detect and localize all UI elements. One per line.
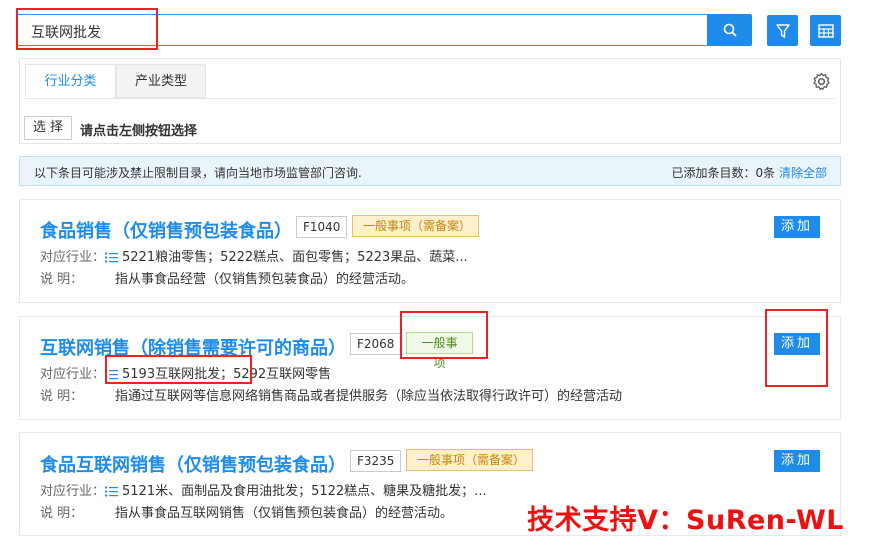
- industry-row: 对应行业： 5221粮油零售；5222糕点、面包零售；5223果品、蔬菜...: [40, 246, 468, 265]
- description-text: 指从事食品互联网销售（仅销售预包装食品）的经营活动。: [115, 506, 454, 521]
- select-button[interactable]: 选 择: [24, 116, 72, 140]
- search-button[interactable]: [707, 14, 752, 46]
- filter-button[interactable]: [767, 15, 798, 46]
- industry-label: 对应行业：: [40, 367, 106, 382]
- notice-text: 以下条目可能涉及禁止限制目录，请向当地市场监管部门咨询.: [34, 166, 362, 180]
- card-title[interactable]: 食品销售（仅销售预包装食品）: [40, 217, 292, 243]
- search-icon: [723, 23, 737, 37]
- description-text: 指从事食品经营（仅销售预包装食品）的经营活动。: [115, 272, 415, 287]
- add-button[interactable]: 添加: [774, 450, 820, 472]
- table-icon: [817, 23, 834, 38]
- item-code: F3235: [350, 450, 402, 472]
- annotation-box-add: [765, 309, 828, 387]
- filter-icon: [775, 23, 790, 38]
- select-hint: 请点击左侧按钮选择: [80, 124, 198, 139]
- status-badge: 一般事项（需备案）: [352, 215, 479, 237]
- description-text: 指通过互联网等信息网络销售商品或者提供服务（除应当依法取得行政许可）的经营活动: [115, 389, 623, 404]
- description-label: 说 明：: [40, 389, 84, 404]
- gear-icon: [813, 72, 830, 90]
- watermark-text: 技术支持V：SuRen-WL: [527, 505, 844, 536]
- annotation-box-badge: [400, 311, 488, 359]
- clear-all-link[interactable]: 清除全部: [779, 166, 827, 180]
- card-title[interactable]: 食品互联网销售（仅销售预包装食品）: [40, 451, 346, 477]
- grid-view-button[interactable]: [810, 15, 841, 46]
- industry-label: 对应行业：: [40, 484, 106, 499]
- description-row: 说 明： 指从事食品互联网销售（仅销售预包装食品）的经营活动。: [40, 502, 453, 521]
- description-label: 说 明：: [40, 506, 84, 521]
- item-code: F1040: [296, 216, 348, 238]
- tab-industry[interactable]: 行业分类: [25, 64, 116, 98]
- industry-label: 对应行业：: [40, 250, 106, 265]
- description-label: 说 明：: [40, 272, 84, 287]
- settings-button[interactable]: [812, 72, 831, 95]
- item-code: F2068: [350, 333, 402, 355]
- industry-text: 5221粮油零售；5222糕点、面包零售；5223果品、蔬菜...: [122, 250, 468, 265]
- list-icon: [105, 252, 119, 263]
- added-count-text: 已添加条目数：0条: [671, 166, 776, 180]
- description-row: 说 明： 指从事食品经营（仅销售预包装食品）的经营活动。: [40, 268, 414, 287]
- annotation-box-industry: [105, 355, 252, 384]
- status-badge: 一般事项（需备案）: [406, 449, 533, 471]
- add-button[interactable]: 添加: [774, 216, 820, 238]
- added-count: 已添加条目数：0条 清除全部: [672, 164, 827, 181]
- industry-row: 对应行业： 5121米、面制品及食用油批发；5122糕点、糖果及糖批发；...: [40, 480, 487, 499]
- tab-industry-type[interactable]: 产业类型: [116, 64, 206, 98]
- industry-text: 5121米、面制品及食用油批发；5122糕点、糖果及糖批发；...: [122, 484, 487, 499]
- description-row: 说 明： 指通过互联网等信息网络销售商品或者提供服务（除应当依法取得行政许可）的经…: [40, 385, 622, 404]
- list-icon: [105, 486, 119, 497]
- annotation-box-search: [16, 8, 158, 50]
